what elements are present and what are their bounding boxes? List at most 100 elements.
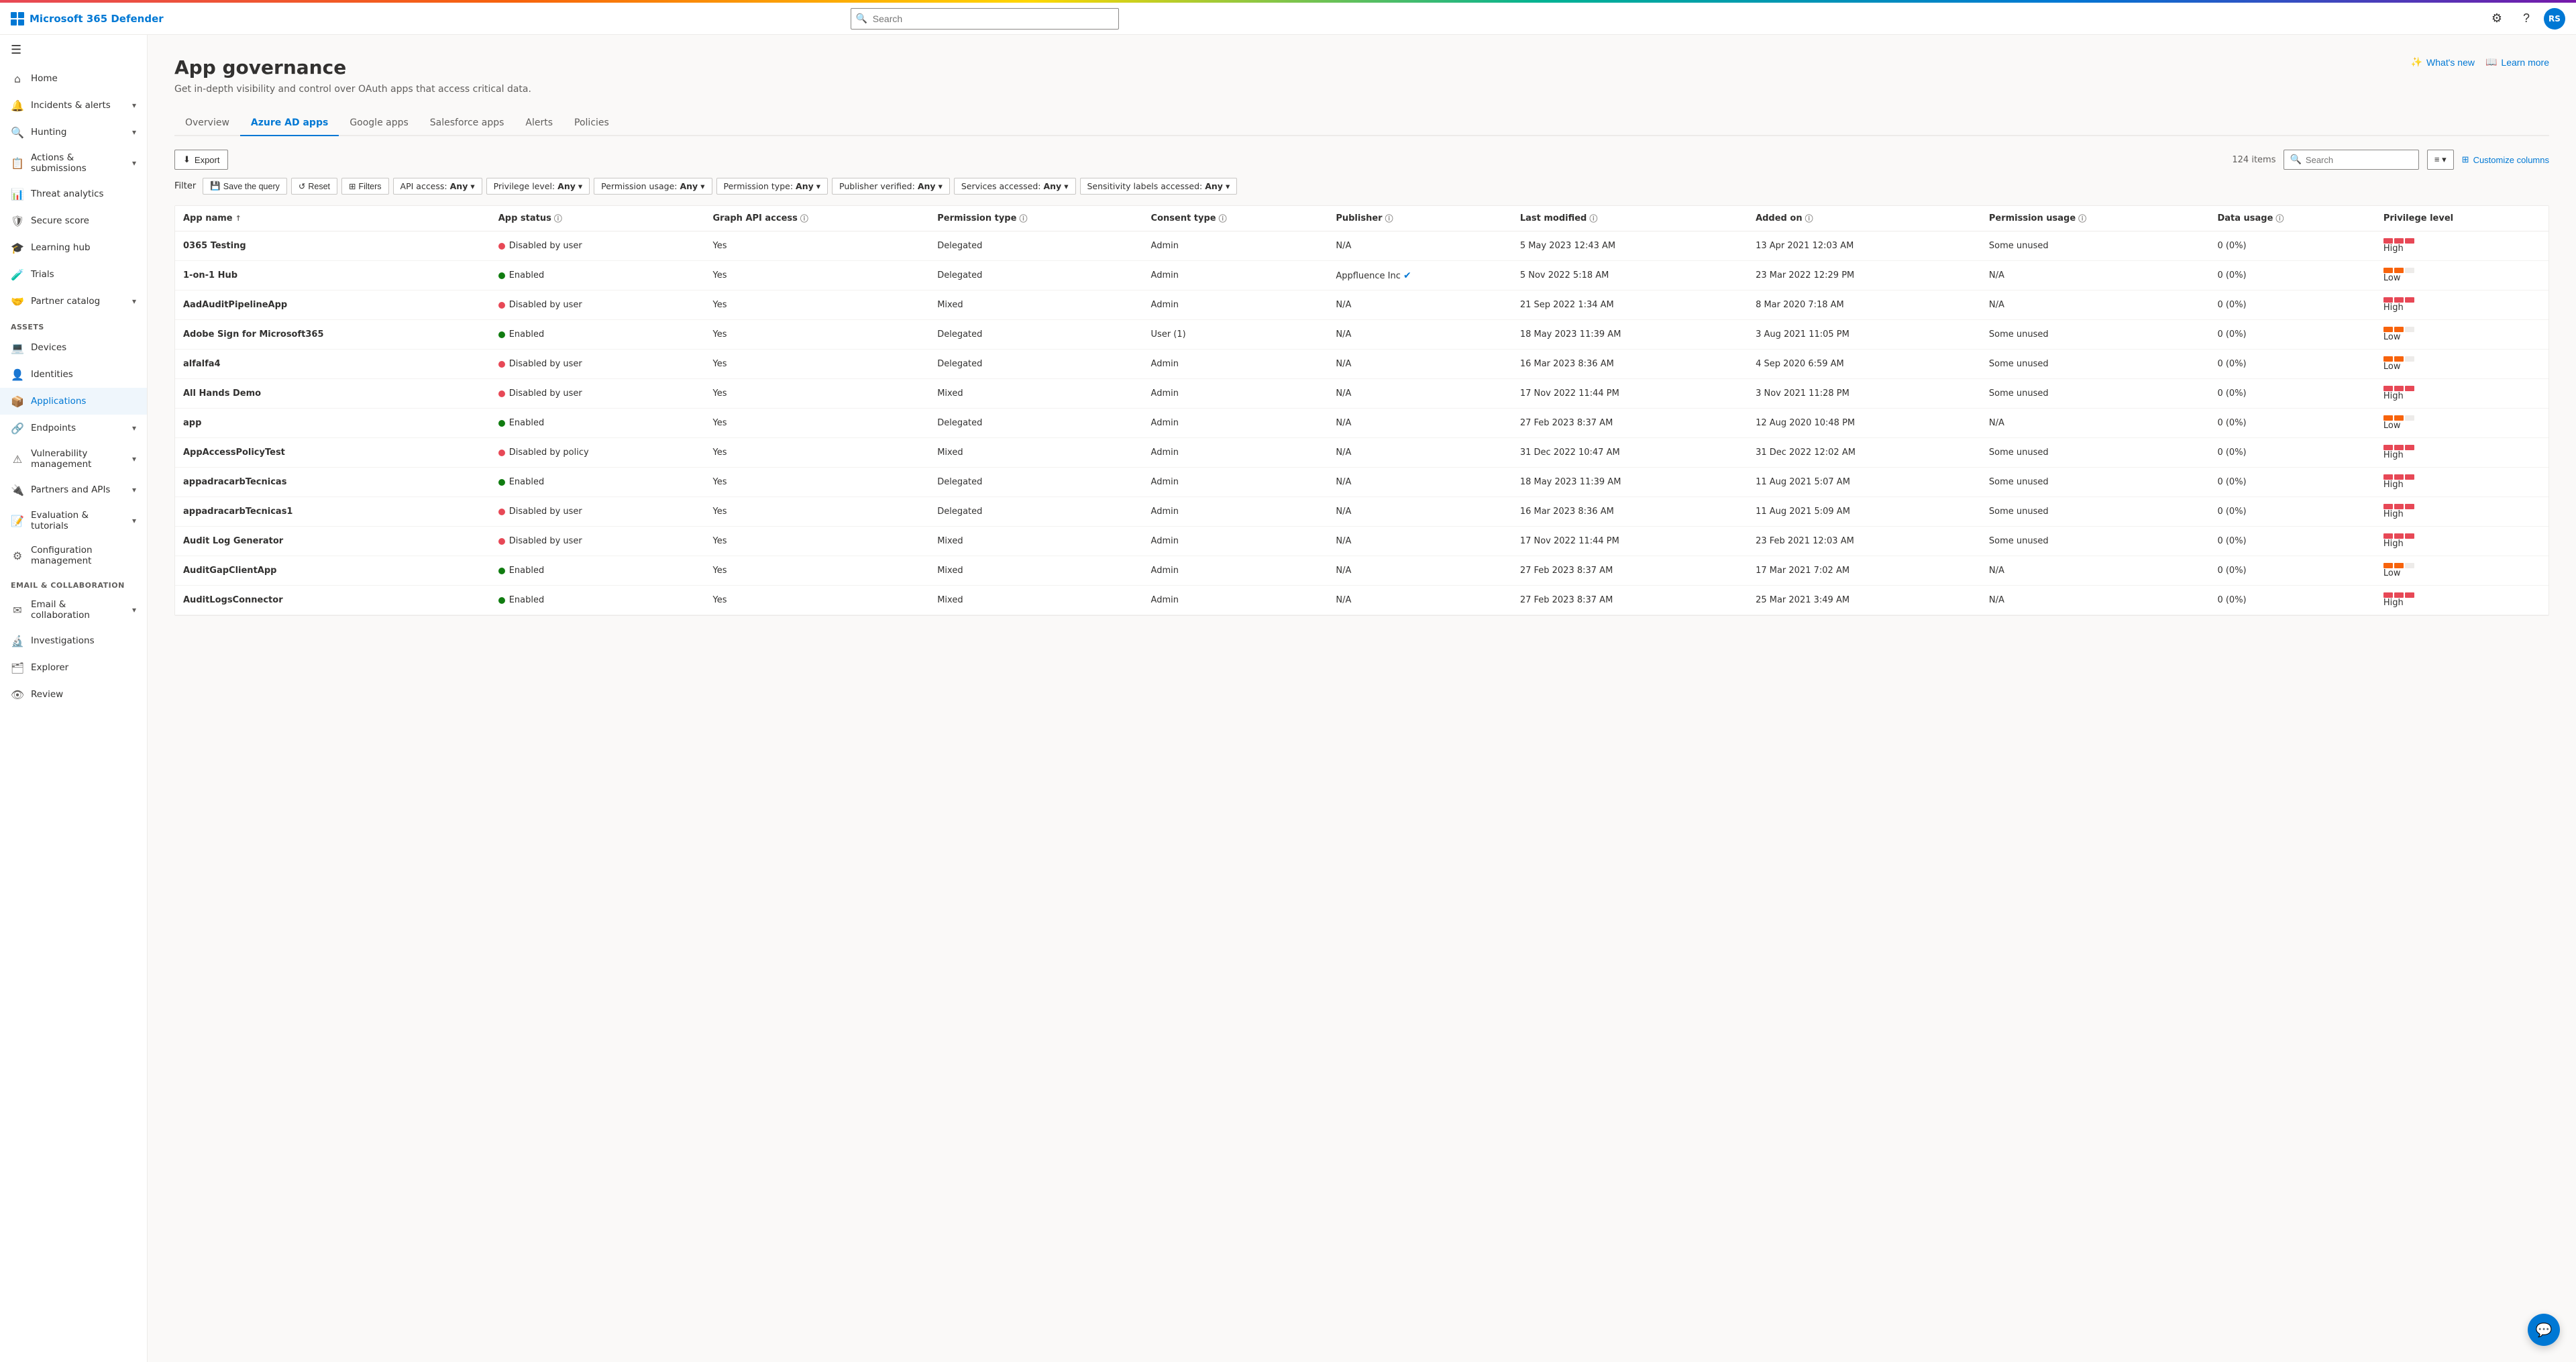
- col-permission-usage[interactable]: Permission usage ⓘ: [1981, 206, 2210, 231]
- cell-graph-api: Yes: [705, 586, 930, 615]
- chevron-down-icon: ▾: [132, 516, 136, 525]
- sidebar-item-vulnerability[interactable]: ⚠ Vulnerability management ▾: [0, 441, 147, 476]
- cell-publisher: N/A: [1328, 468, 1511, 497]
- sidebar-item-identities[interactable]: 👤 Identities: [0, 361, 147, 388]
- col-publisher[interactable]: Publisher ⓘ: [1328, 206, 1511, 231]
- filters-button[interactable]: ⊞ Filters: [341, 178, 389, 195]
- user-avatar[interactable]: RS: [2544, 8, 2565, 30]
- col-app-status[interactable]: App status ⓘ: [490, 206, 705, 231]
- sidebar-item-partner[interactable]: 🤝 Partner catalog ▾: [0, 288, 147, 315]
- learn-more-button[interactable]: 📖 Learn more: [2485, 56, 2549, 68]
- col-graph-api[interactable]: Graph API access ⓘ: [705, 206, 930, 231]
- cell-consent-type: Admin: [1143, 231, 1328, 261]
- reset-button[interactable]: ↺ Reset: [291, 178, 337, 195]
- export-button[interactable]: ⬇ Export: [174, 150, 228, 170]
- privilege-level-text: Low: [2383, 332, 2401, 342]
- cell-added-on: 17 Mar 2021 7:02 AM: [1748, 556, 1981, 586]
- tab-overview[interactable]: Overview: [174, 111, 240, 136]
- tab-alerts[interactable]: Alerts: [515, 111, 564, 136]
- sidebar-item-actions[interactable]: 📋 Actions & submissions ▾: [0, 146, 147, 180]
- sidebar-item-secure[interactable]: 🛡 Secure score: [0, 207, 147, 234]
- sidebar-item-explorer[interactable]: 🗂 Explorer: [0, 654, 147, 681]
- fab-button[interactable]: 💬: [2528, 1314, 2560, 1346]
- table-row[interactable]: Audit Log Generator Disabled by user Yes…: [175, 527, 2548, 556]
- customize-columns-button[interactable]: ⊞ Customize columns: [2462, 154, 2549, 165]
- cell-permission-usage: N/A: [1981, 291, 2210, 320]
- privilege-bar: [2383, 356, 2540, 362]
- table-row[interactable]: AppAccessPolicyTest Disabled by policy Y…: [175, 438, 2548, 468]
- col-last-modified[interactable]: Last modified ⓘ: [1512, 206, 1748, 231]
- applications-icon: 📦: [11, 395, 24, 408]
- table-row[interactable]: 0365 Testing Disabled by user Yes Delega…: [175, 231, 2548, 261]
- whats-new-button[interactable]: ✨ What's new: [2411, 56, 2475, 68]
- save-query-button[interactable]: 💾 Save the query: [203, 178, 287, 195]
- tab-policies[interactable]: Policies: [564, 111, 620, 136]
- sidebar-item-hunting[interactable]: 🔍 Hunting ▾: [0, 119, 147, 146]
- table-row[interactable]: Adobe Sign for Microsoft365 Enabled Yes …: [175, 320, 2548, 350]
- cell-publisher: N/A: [1328, 586, 1511, 615]
- filter-permission-type[interactable]: Permission type: Any ▾: [716, 178, 828, 195]
- col-consent-type[interactable]: Consent type ⓘ: [1143, 206, 1328, 231]
- tab-salesforce-apps[interactable]: Salesforce apps: [419, 111, 515, 136]
- cell-app-status: Disabled by user: [490, 527, 705, 556]
- privilege-bar: [2383, 297, 2540, 303]
- sidebar-toggle[interactable]: ☰: [0, 35, 147, 65]
- table-row[interactable]: appadracarbTecnicas Enabled Yes Delegate…: [175, 468, 2548, 497]
- tab-azure-ad-apps[interactable]: Azure AD apps: [240, 111, 339, 136]
- cell-app-status: Enabled: [490, 586, 705, 615]
- cell-app-name: AppAccessPolicyTest: [175, 438, 490, 468]
- sidebar-item-trials[interactable]: 🧪 Trials: [0, 261, 147, 288]
- table-row[interactable]: 1-on-1 Hub Enabled Yes Delegated Admin A…: [175, 261, 2548, 291]
- filter-services-accessed[interactable]: Services accessed: Any ▾: [954, 178, 1076, 195]
- cell-app-name: Audit Log Generator: [175, 527, 490, 556]
- table-row[interactable]: All Hands Demo Disabled by user Yes Mixe…: [175, 379, 2548, 409]
- table-row[interactable]: AadAuditPipelineApp Disabled by user Yes…: [175, 291, 2548, 320]
- filter-api-access[interactable]: API access: Any ▾: [393, 178, 482, 195]
- app-logo[interactable]: Microsoft 365 Defender: [11, 12, 164, 25]
- topbar-search-input[interactable]: [851, 8, 1119, 30]
- sidebar-item-threat[interactable]: 📊 Threat analytics: [0, 180, 147, 207]
- filter-privilege-level[interactable]: Privilege level: Any ▾: [486, 178, 590, 195]
- sidebar-item-home[interactable]: ⌂ Home: [0, 65, 147, 92]
- privilege-level-text: Low: [2383, 273, 2401, 283]
- settings-button[interactable]: ⚙: [2485, 7, 2509, 31]
- table-row[interactable]: AuditGapClientApp Enabled Yes Mixed Admi…: [175, 556, 2548, 586]
- table-row[interactable]: alfalfa4 Disabled by user Yes Delegated …: [175, 350, 2548, 379]
- col-data-usage[interactable]: Data usage ⓘ: [2209, 206, 2375, 231]
- sidebar-item-partners[interactable]: 🔌 Partners and APIs ▾: [0, 476, 147, 503]
- col-app-name[interactable]: App name ↑: [175, 206, 490, 231]
- sidebar-item-investigations[interactable]: 🔬 Investigations: [0, 627, 147, 654]
- threat-icon: 📊: [11, 187, 24, 201]
- sidebar-item-evaluation[interactable]: 📝 Evaluation & tutorials ▾: [0, 503, 147, 538]
- filter-permission-usage[interactable]: Permission usage: Any ▾: [594, 178, 712, 195]
- col-privilege-level[interactable]: Privilege level: [2375, 206, 2548, 231]
- table-row[interactable]: AuditLogsConnector Enabled Yes Mixed Adm…: [175, 586, 2548, 615]
- filter-sensitivity-labels[interactable]: Sensitivity labels accessed: Any ▾: [1080, 178, 1238, 195]
- sidebar-item-review[interactable]: 👁 Review: [0, 681, 147, 708]
- cell-permission-type: Delegated: [929, 320, 1142, 350]
- investigations-icon: 🔬: [11, 634, 24, 647]
- cell-last-modified: 18 May 2023 11:39 AM: [1512, 468, 1748, 497]
- help-button[interactable]: ?: [2514, 7, 2538, 31]
- filter-publisher-verified[interactable]: Publisher verified: Any ▾: [832, 178, 950, 195]
- col-permission-type[interactable]: Permission type ⓘ: [929, 206, 1142, 231]
- cell-last-modified: 27 Feb 2023 8:37 AM: [1512, 586, 1748, 615]
- sidebar-item-learning[interactable]: 🎓 Learning hub: [0, 234, 147, 261]
- table-search-input[interactable]: [2306, 155, 2413, 165]
- table-row[interactable]: appadracarbTecnicas1 Disabled by user Ye…: [175, 497, 2548, 527]
- table-row[interactable]: app Enabled Yes Delegated Admin N/A 27 F…: [175, 409, 2548, 438]
- sidebar-item-configuration[interactable]: ⚙ Configuration management: [0, 538, 147, 573]
- sidebar-item-email-collab[interactable]: ✉ Email & collaboration ▾: [0, 592, 147, 627]
- cell-added-on: 23 Mar 2022 12:29 PM: [1748, 261, 1981, 291]
- sidebar-item-devices[interactable]: 💻 Devices: [0, 334, 147, 361]
- tab-google-apps[interactable]: Google apps: [339, 111, 419, 136]
- cell-publisher: N/A: [1328, 556, 1511, 586]
- sidebar-item-endpoints[interactable]: 🔗 Endpoints ▾: [0, 415, 147, 441]
- cell-permission-type: Delegated: [929, 261, 1142, 291]
- sidebar-item-review-label: Review: [31, 689, 63, 700]
- cell-privilege-level: High: [2375, 291, 2548, 320]
- sidebar-item-applications[interactable]: 📦 Applications: [0, 388, 147, 415]
- sidebar-item-incidents[interactable]: 🔔 Incidents & alerts ▾: [0, 92, 147, 119]
- sort-filter-button[interactable]: ≡ ▾: [2427, 150, 2454, 170]
- col-added-on[interactable]: Added on ⓘ: [1748, 206, 1981, 231]
